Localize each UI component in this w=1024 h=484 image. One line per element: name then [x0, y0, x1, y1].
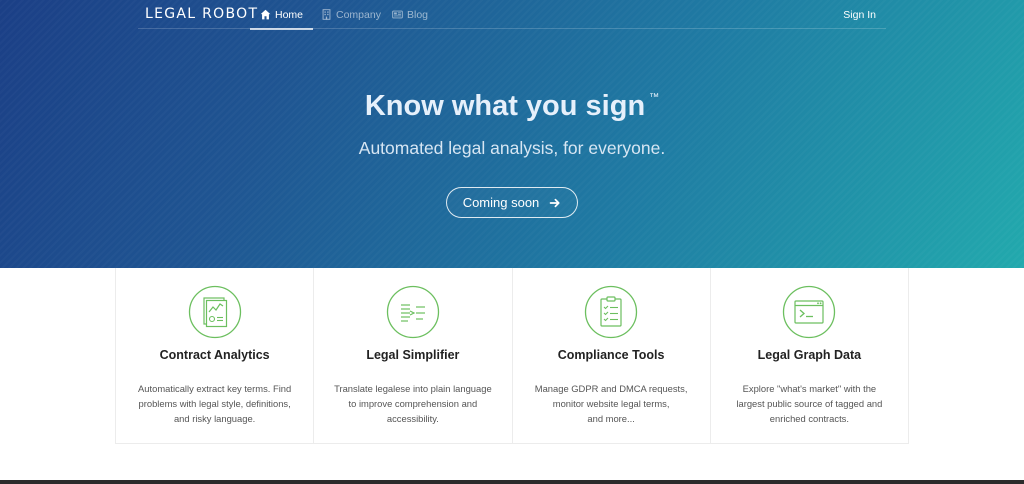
terminal-window-icon — [783, 285, 836, 339]
feature-legal-graph-data: Legal Graph Data Explore "what's market"… — [711, 268, 909, 443]
feature-contract-analytics: Contract Analytics Automatically extract… — [116, 268, 315, 443]
coming-soon-label: Coming soon — [462, 195, 540, 210]
feature-desc-line: accessibility. — [386, 413, 439, 424]
nav-blog-label: Blog — [407, 8, 429, 21]
feature-desc-line: Explore "what's market" with the — [742, 383, 877, 394]
nav-home[interactable]: Home — [249, 0, 314, 30]
top-navbar: LEGAL ROBOT Home Company Blog Sign In — [138, 0, 886, 30]
feature-desc-line: Manage GDPR and DMCA requests, — [534, 383, 688, 394]
feature-desc-line: and risky language. — [173, 413, 256, 424]
feature-desc-line: problems with legal style, definitions, — [138, 398, 291, 409]
hero-title: Know what you sign ™ — [0, 90, 1024, 123]
hero-subtitle: Automated legal analysis, for everyone. — [358, 138, 666, 158]
feature-title: Contract Analytics — [159, 348, 270, 362]
hero-title-text: Know what you sign — [364, 90, 646, 122]
feature-grid: Contract Analytics Automatically extract… — [115, 268, 909, 444]
feature-title: Compliance Tools — [557, 348, 665, 362]
feature-compliance-tools: Compliance Tools Manage GDPR and DMCA re… — [513, 268, 711, 443]
arrow-right-icon — [549, 198, 560, 207]
feature-title: Legal Simplifier — [366, 348, 460, 362]
nav-home-label: Home — [275, 8, 304, 21]
trademark-symbol: ™ — [649, 92, 660, 103]
nav-company[interactable]: Company — [321, 0, 381, 29]
feature-desc-line: monitor website legal terms, — [552, 398, 670, 409]
nav-blog[interactable]: Blog — [392, 0, 428, 29]
feature-description: Translate legalese into plain language t… — [332, 381, 493, 426]
feature-desc-line: and more... — [587, 413, 635, 424]
feature-desc-line: largest public source of tagged and — [736, 398, 883, 409]
feature-title: Legal Graph Data — [757, 348, 862, 362]
feature-description: Manage GDPR and DMCA requests, monitor w… — [531, 381, 692, 426]
contract-chart-icon — [188, 285, 241, 339]
coming-soon-button[interactable]: Coming soon — [446, 187, 578, 218]
feature-desc-line: to improve comprehension and — [348, 398, 478, 409]
newspaper-icon — [392, 10, 403, 19]
feature-desc-line: Translate legalese into plain language — [334, 383, 492, 394]
clipboard-checklist-icon — [584, 285, 638, 339]
feature-desc-line: Automatically extract key terms. Find — [138, 383, 292, 394]
feature-description: Explore "what's market" with the largest… — [729, 381, 890, 426]
building-icon — [322, 9, 331, 20]
home-icon — [260, 9, 271, 20]
sign-in-link[interactable]: Sign In — [843, 0, 876, 29]
document-text-icon — [386, 285, 440, 339]
bottom-divider — [0, 480, 1024, 484]
feature-description: Automatically extract key terms. Find pr… — [134, 381, 295, 426]
nav-company-label: Company — [336, 8, 381, 21]
feature-desc-line: enriched contracts. — [769, 413, 849, 424]
feature-legal-simplifier: Legal Simplifier Translate legalese into… — [314, 268, 513, 443]
hero-section: LEGAL ROBOT Home Company Blog Sign In Kn… — [0, 0, 1024, 268]
brand-logo[interactable]: LEGAL ROBOT — [145, 6, 258, 22]
